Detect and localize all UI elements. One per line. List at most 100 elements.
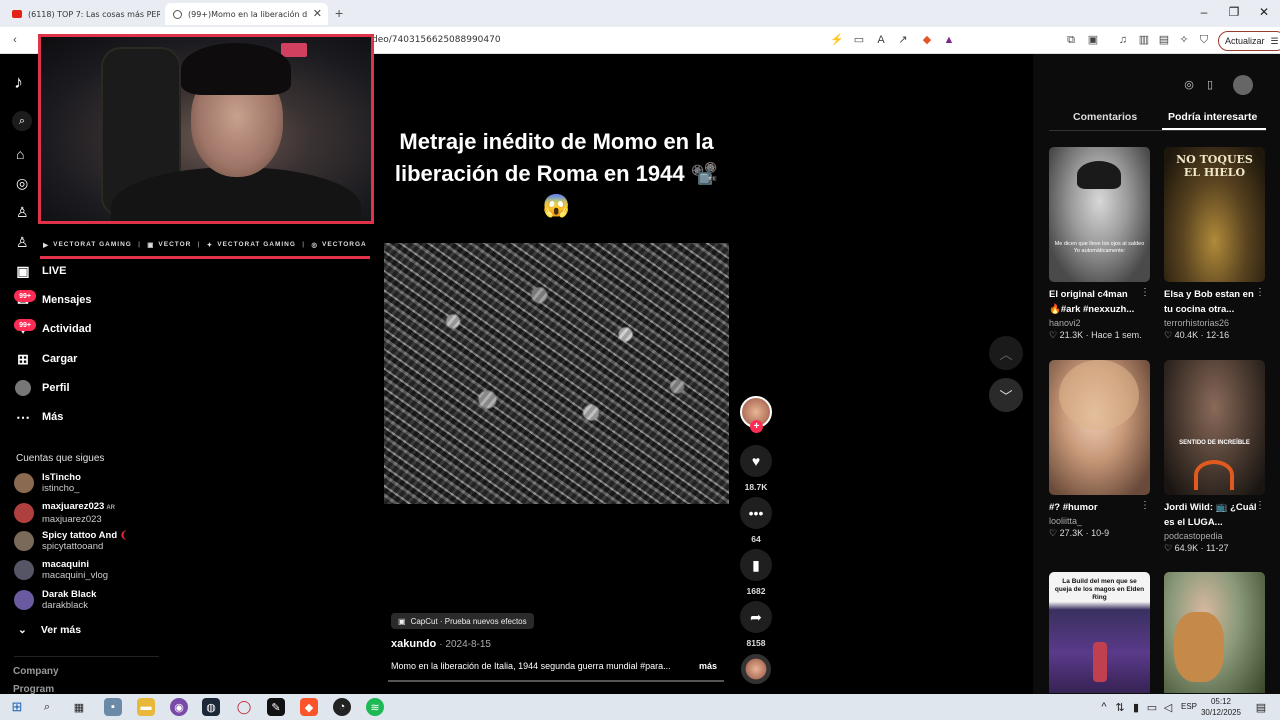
see-more-button[interactable]: ⌄ Ver más [18,624,81,636]
thumb-hair [1077,161,1121,189]
more-options-icon[interactable]: ⋮ [1140,500,1150,511]
followed-account[interactable]: macaquini macaquini_vlog [14,559,108,581]
followed-account[interactable]: Spicy tattoo And ❨ spicytattooand [14,530,128,552]
tiktok-logo-icon[interactable]: ♪ [14,72,23,93]
search-icon[interactable]: ⌕ [38,698,56,716]
microphone-icon[interactable]: ▮ [1130,698,1142,716]
explore-icon[interactable]: ◎ [16,175,28,192]
tab-youtube[interactable]: (6118) TOP 7: Las cosas más PERTURB [4,3,160,25]
home-icon[interactable]: ⌂ [16,146,24,162]
card-meta: ♡ 40.4K · 12-16 [1164,330,1230,340]
tab-comments[interactable]: Comentarios [1073,111,1137,123]
recommended-video-card[interactable]: NO TOQUES EL HIELO Elsa y Bob estan en t… [1164,147,1265,341]
comment-action[interactable]: ••• 64 [740,497,772,544]
new-tab-button[interactable]: + [335,5,343,21]
video-progress-bar[interactable] [388,680,724,682]
friends-icon[interactable]: ♙ [16,234,29,251]
recommended-video-card[interactable]: SENTIDO DE INCREÍBLE Jordi Wild: 📺 ¿Cuál… [1164,360,1265,554]
share-action[interactable]: ➦ 8158 [740,601,772,648]
windows-start-icon[interactable]: ⊞ [8,698,26,716]
recommended-video-card[interactable]: #? #humor ⋮ looliitta_ ♡ 27.3K · 10-9 [1049,360,1150,539]
phone-icon[interactable]: ▯ [1202,77,1218,93]
youtube-icon [12,10,22,18]
music-icon[interactable]: ♫ [1116,33,1130,47]
spotify-icon[interactable]: ≋ [366,698,384,716]
back-icon[interactable]: ‹ [8,33,22,47]
nav-more[interactable]: ⋯ Más [14,408,63,426]
extensions-icon[interactable]: ⧉ [1064,33,1078,47]
update-button[interactable]: Actualizar ☰ [1218,31,1280,51]
more-options-icon[interactable]: ⋮ [1140,287,1150,298]
description-text: Momo en la liberación de Italia, 1944 se… [391,661,671,671]
app-icon[interactable]: ▪ [104,698,122,716]
notification-icon[interactable]: ▤ [1252,698,1270,716]
like-action[interactable]: ♥ 18.7K [740,445,772,492]
follow-plus-icon[interactable]: + [750,420,763,433]
volume-icon[interactable]: ◁ [1162,698,1174,716]
card-date: 10-9 [1091,528,1110,538]
opera-icon[interactable]: ◯ [235,698,253,716]
monitor-icon[interactable]: ▭ [1146,698,1158,716]
url-field[interactable]: deo/7403156625088990470 [372,35,501,45]
system-clock[interactable]: 05:12 30/12/2025 [1197,696,1245,718]
next-video-button[interactable]: ﹀ [989,378,1023,412]
save-action[interactable]: ▮ 1682 [740,549,772,596]
activity-badge: 99+ [14,319,36,331]
network-icon[interactable]: ⇅ [1114,698,1126,716]
file-explorer-icon[interactable]: ▬ [137,698,155,716]
nav-profile[interactable]: Perfil [14,379,70,397]
followed-account[interactable]: IsTincho istincho_ [14,472,81,494]
close-window-button[interactable]: ✕ [1257,5,1271,19]
followed-account[interactable]: maxjuarez023 AR maxjuarez023 [14,501,115,525]
ai-icon[interactable]: ✧ [1177,33,1191,47]
recommended-video-card[interactable]: La Build del men que se queja de los mag… [1049,572,1150,693]
translate-icon[interactable]: ⚡ [830,33,844,47]
maximize-button[interactable]: ❐ [1227,5,1241,19]
more-options-icon[interactable]: ⋮ [1255,287,1265,298]
vpn-icon[interactable]: ⛉ [1197,33,1211,47]
app-icon[interactable]: ✎ [267,698,285,716]
author-name[interactable]: xakundo [391,638,436,650]
steam-icon[interactable]: ◍ [202,698,220,716]
rewards-icon[interactable]: ▲ [942,33,956,47]
wallet-icon[interactable]: ▤ [1157,33,1171,47]
more-link[interactable]: más [699,661,717,671]
tab-recommended[interactable]: Podría interesarte [1168,111,1257,123]
language-indicator[interactable]: ESP [1181,702,1197,711]
screenshot-icon[interactable]: ▣ [1086,33,1100,47]
logo-arc [1194,460,1234,490]
video-player[interactable] [384,243,729,504]
recommended-video-card[interactable] [1164,572,1265,693]
reader-icon[interactable]: A [874,33,888,47]
brave-icon[interactable]: ◆ [300,698,318,716]
task-view-icon[interactable]: ▦ [70,698,88,716]
app-icon[interactable]: ◉ [170,698,188,716]
share-icon[interactable]: ↗ [896,33,910,47]
card-author: terrorhistorias26 [1164,318,1230,328]
close-tab-icon[interactable]: ✕ [313,7,322,20]
search-icon[interactable]: ⌕ [12,111,32,131]
music-disc[interactable] [741,654,771,684]
chevron-up-icon[interactable]: ^ [1098,698,1110,716]
more-options-icon[interactable]: ⋮ [1255,500,1265,511]
nav-live[interactable]: ▣ LIVE [14,262,66,280]
thumb-overlay-text: La Build del men que se queja de los mag… [1054,578,1145,601]
brave-shield-icon[interactable]: ◆ [920,33,934,47]
previous-video-button[interactable]: ︿ [989,336,1023,370]
capcut-tag[interactable]: ▣ CapCut · Prueba nuevos efectos [391,613,534,629]
recommended-video-card[interactable]: Me dicen que lleve los ojos al saldeo Yo… [1049,147,1150,341]
app-icon[interactable]: ◔ [333,698,351,716]
following-icon[interactable]: ♙ [16,204,29,221]
minimize-button[interactable]: – [1197,5,1211,19]
screen-icon[interactable]: ▭ [852,33,866,47]
clock-time: 05:12 [1210,697,1232,706]
social-item: ▶ VECTORAT GAMING [43,241,132,249]
nav-upload[interactable]: ⊞ Cargar [14,350,77,368]
tab-tiktok[interactable]: (99+)Momo en la liberación d ✕ [165,3,328,25]
footer-company-link[interactable]: Company [13,666,59,677]
user-avatar[interactable] [1233,75,1253,95]
neon-sign [281,43,307,57]
compass-icon[interactable]: ◎ [1181,77,1197,93]
followed-account[interactable]: Darak Black darakblack [14,589,96,611]
sidebar-icon[interactable]: ▥ [1137,33,1151,47]
